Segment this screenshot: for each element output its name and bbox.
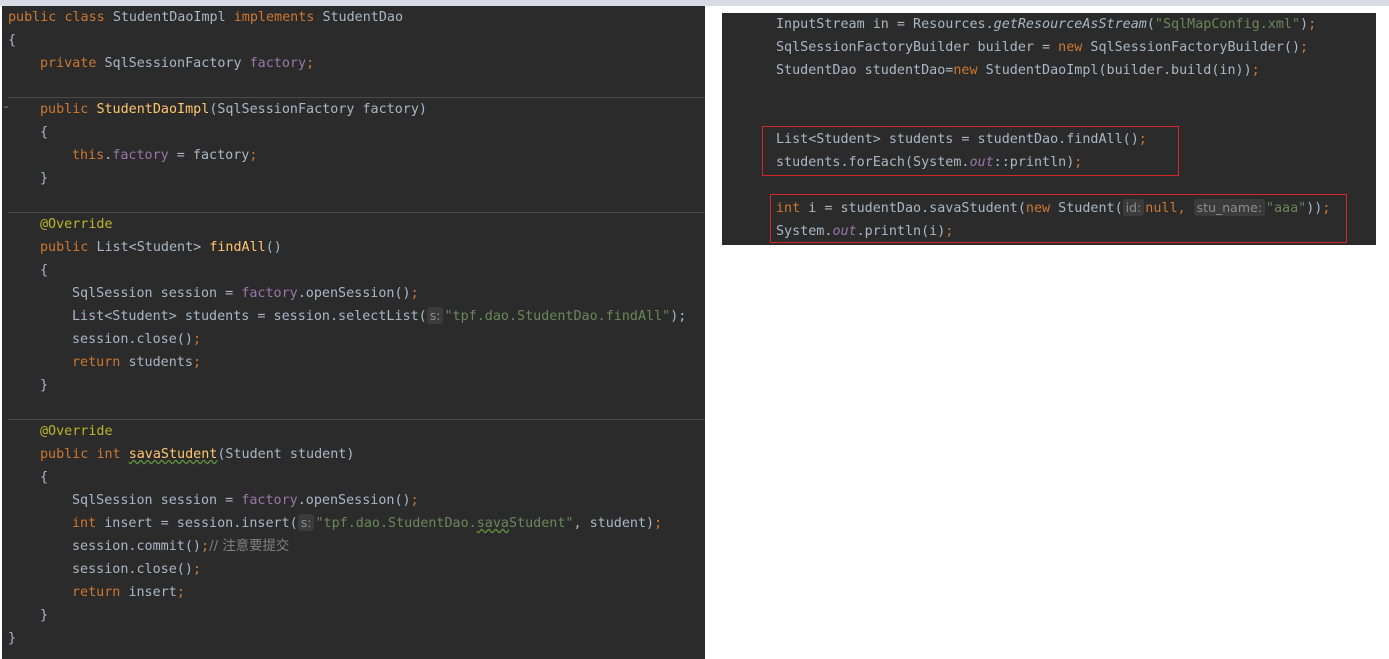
code-line-25: } — [8, 631, 17, 646]
code-line-21: session.commit();// 注意要提交 — [72, 539, 290, 554]
code-line-23: return insert; — [72, 585, 185, 600]
code-line-17: public int savaStudent(Student student) — [40, 447, 355, 462]
code-line-2: { — [8, 33, 17, 48]
code-line-8: @Override — [40, 217, 113, 232]
code-line-20: int insert = session.insert(s: "tpf.dao.S… — [72, 514, 663, 531]
code-line-10: { — [40, 263, 49, 278]
code-line-7: } — [40, 171, 49, 186]
code-line-1: public class StudentDaoImpl implements S… — [8, 10, 404, 25]
code-line-18: { — [40, 470, 49, 485]
code-line-3: private SqlSessionFactory factory; — [40, 56, 315, 71]
code-line-6: this.factory = factory; — [72, 148, 258, 163]
code-line-5: { — [40, 125, 49, 140]
code-line-r7: System.out.println(i); — [776, 224, 954, 239]
code-line-24: } — [40, 608, 49, 623]
code-line-9: public List<Student> findAll() — [40, 240, 282, 255]
code-line-22: session.close(); — [72, 562, 201, 577]
code-line-r4: List<Student> students = studentDao.find… — [776, 132, 1147, 147]
left-code-editor[interactable]: public class StudentDaoImpl implements S… — [2, 6, 705, 659]
fold-marker[interactable] — [4, 106, 8, 108]
right-code-editor[interactable]: InputStream in = Resources.getResourceAs… — [722, 13, 1376, 245]
code-line-r2: SqlSessionFactoryBuilder builder = new S… — [776, 40, 1309, 55]
param-hint: id: — [1122, 199, 1145, 216]
code-line-r1: InputStream in = Resources.getResourceAs… — [776, 17, 1317, 32]
param-hint: s: — [297, 514, 315, 531]
code-line-r6: int i = studentDao.savaStudent(new Stude… — [776, 199, 1331, 216]
code-line-11: SqlSession session = factory.openSession… — [72, 286, 419, 301]
code-line-14: return students; — [72, 355, 201, 370]
param-hint: stu_name: — [1193, 199, 1265, 216]
code-line-16: @Override — [40, 424, 113, 439]
param-hint: s: — [426, 307, 444, 324]
code-line-13: session.close(); — [72, 332, 201, 347]
code-line-15: } — [40, 378, 49, 393]
code-line-19: SqlSession session = factory.openSession… — [72, 493, 419, 508]
code-line-12: List<Student> students = session.selectL… — [72, 307, 687, 324]
code-line-r3: StudentDao studentDao=new StudentDaoImpl… — [776, 63, 1260, 78]
code-line-4: public StudentDaoImpl(SqlSessionFactory … — [40, 102, 427, 117]
code-line-r5: students.forEach(System.out::println); — [776, 155, 1083, 170]
